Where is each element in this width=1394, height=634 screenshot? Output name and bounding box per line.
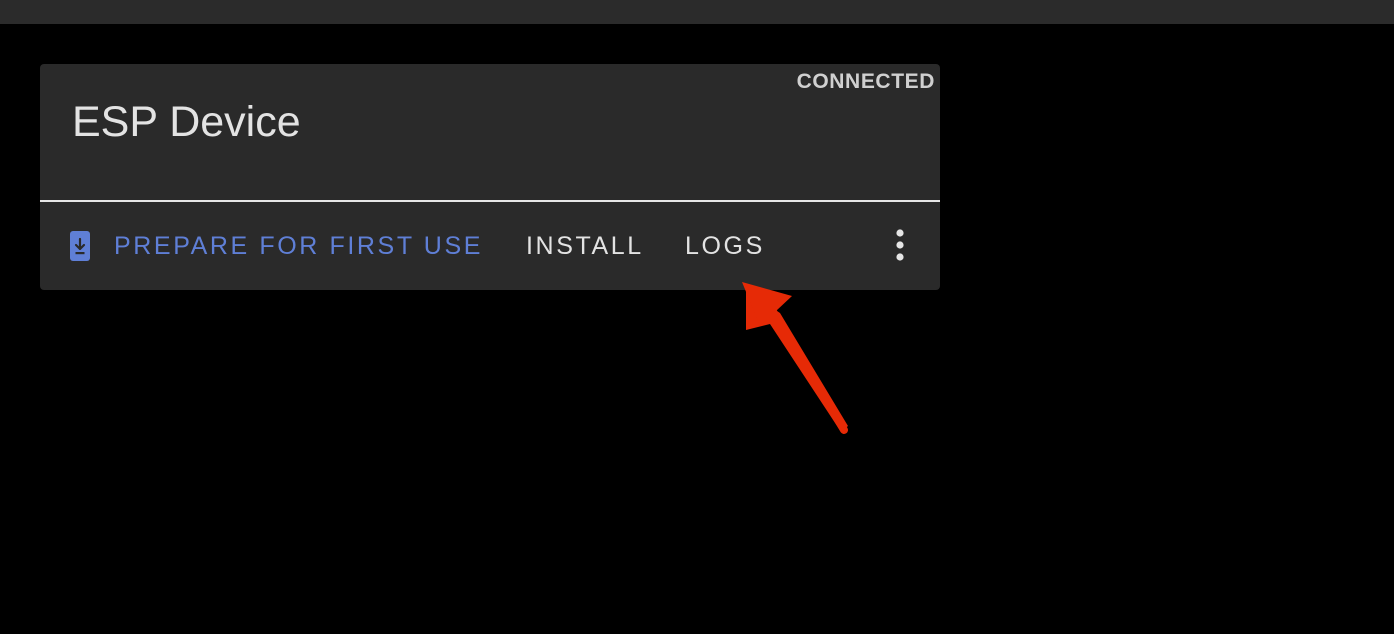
install-button[interactable]: INSTALL [526,202,644,290]
prepare-label: PREPARE FOR FIRST USE [114,231,484,260]
prepare-for-first-use-button[interactable]: PREPARE FOR FIRST USE [68,202,483,290]
status-badge: CONNECTED [796,70,935,93]
annotation-arrow [742,282,848,434]
logs-label: LOGS [685,231,765,260]
phone-download-icon [68,230,92,262]
top-bar [0,0,1394,24]
install-label: INSTALL [526,231,644,260]
device-card: CONNECTED ESP Device PREPARE FOR FIRST U… [40,64,940,290]
device-title: ESP Device [72,98,301,146]
more-vertical-icon [896,229,904,261]
more-options-button[interactable] [886,224,914,268]
